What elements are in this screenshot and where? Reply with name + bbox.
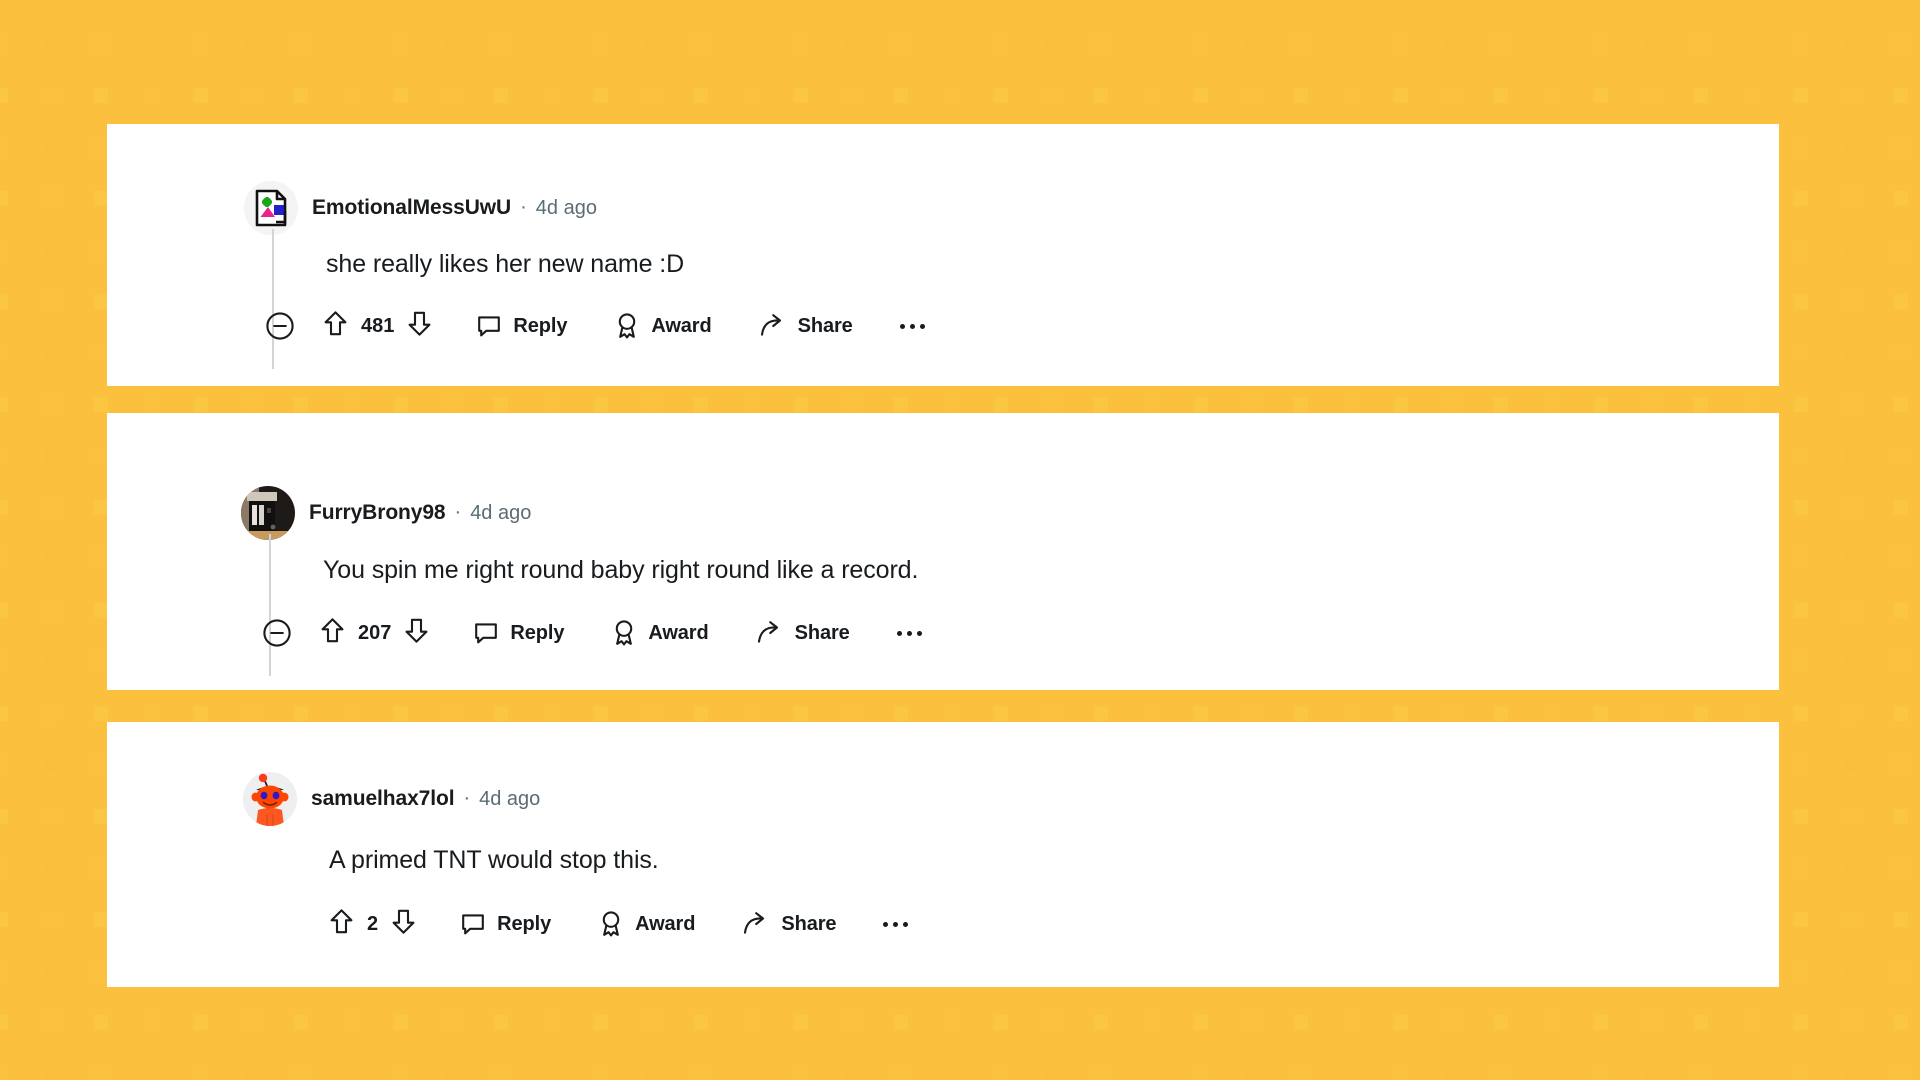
dot-1 [896,630,902,636]
more-options-button[interactable] [896,630,922,636]
upvote-arrow-icon [321,618,344,643]
collapse-comment-button[interactable] [262,618,292,648]
reply-button[interactable]: Reply [460,911,551,937]
more-options-button[interactable] [899,323,925,329]
comment-body: she really likes her new name :D [326,250,685,278]
comment-username[interactable]: FurryBrony98 [309,501,446,525]
award-medal-icon [619,313,636,339]
avatar[interactable] [243,772,297,826]
comment-body: You spin me right round baby right round… [323,556,919,584]
award-medal-icon [616,620,633,646]
collapse-comment-button[interactable] [265,311,295,341]
vote-count: 2 [367,912,379,935]
award-button[interactable]: Award [598,910,695,938]
dot-2 [909,323,915,329]
share-button[interactable]: Share [756,620,850,646]
comment-bubble-icon [475,623,498,644]
downvote-arrow-icon [405,618,428,643]
downvote-arrow-icon [408,311,431,336]
dot-1 [899,323,905,329]
dot-2 [906,630,912,636]
thread-line [272,229,274,369]
share-arrow-icon [757,621,778,643]
share-label: Share [794,621,850,644]
downvote-arrow-icon [392,909,415,934]
meta-separator: · [463,787,471,809]
share-label: Share [797,314,853,337]
vote-count: 481 [361,314,395,337]
award-label: Award [635,912,696,935]
comment-actions: 207 Reply Award Share [262,617,922,649]
upvote-button[interactable] [329,908,354,940]
vote-group: 2 [329,908,416,940]
share-button[interactable]: Share [759,313,853,339]
upvote-button[interactable] [323,310,348,342]
dot-1 [883,921,889,927]
award-label: Award [648,621,709,644]
broken-image-avatar-icon [244,181,298,235]
upvote-button[interactable] [320,617,345,649]
comment-actions: 481 Reply Award Share [265,310,925,342]
comment-username[interactable]: samuelhax7lol [311,787,455,811]
dot-3 [916,630,922,636]
comment-card: FurryBrony98 · 4d ago You spin me right … [107,413,1779,690]
minus-circle-icon [266,312,294,340]
comment-bubble-icon [462,914,484,935]
comment-timestamp: 4d ago [479,788,541,810]
comment-actions: 2 Reply Award Share [329,908,909,940]
minus-circle-icon [263,619,291,647]
avatar[interactable] [244,181,298,235]
more-options-button[interactable] [883,921,909,927]
meta-separator: · [520,196,527,218]
meta-separator: · [454,501,462,523]
upvote-arrow-icon [330,909,353,934]
share-label: Share [781,912,837,935]
comment-timestamp: 4d ago [470,502,532,524]
dot-2 [893,921,899,927]
dot-3 [903,921,909,927]
comment-bubble-icon [478,316,501,337]
comment-card: EmotionalMessUwU · 4d ago she really lik… [107,124,1779,386]
reply-button[interactable]: Reply [473,620,564,646]
comment-meta: EmotionalMessUwU · 4d ago [312,196,597,220]
reply-label: Reply [497,912,552,935]
comment-header: samuelhax7lol · 4d ago [243,772,540,826]
share-arrow-icon [760,314,781,336]
comment-header: EmotionalMessUwU · 4d ago [244,181,597,235]
comment-body: A primed TNT would stop this. [329,846,659,874]
reply-button[interactable]: Reply [476,313,567,339]
comment-card: samuelhax7lol · 4d ago A primed TNT woul… [107,722,1779,987]
comment-header: FurryBrony98 · 4d ago [241,486,531,540]
share-button[interactable]: Share [742,911,837,937]
reply-label: Reply [510,621,565,644]
clipped-previous-row [107,413,1779,427]
award-label: Award [651,314,712,337]
dark-photo-avatar-icon [241,486,295,540]
downvote-button[interactable] [404,617,429,649]
dot-3 [919,323,925,329]
thread-line [269,534,271,676]
comment-meta: samuelhax7lol · 4d ago [311,787,540,811]
comment-username[interactable]: EmotionalMessUwU [312,196,511,220]
comment-meta: FurryBrony98 · 4d ago [309,501,531,525]
reply-label: Reply [513,314,568,337]
downvote-button[interactable] [391,908,416,940]
comment-timestamp: 4d ago [535,197,597,219]
vote-group: 207 [320,617,429,649]
share-arrow-icon [744,912,765,934]
upvote-arrow-icon [324,311,347,336]
vote-group: 481 [323,310,432,342]
downvote-button[interactable] [407,310,432,342]
snoo-red-avatar-icon [243,772,297,826]
award-button[interactable]: Award [611,619,709,647]
award-button[interactable]: Award [614,312,712,340]
vote-count: 207 [358,621,392,644]
avatar[interactable] [241,486,295,540]
award-medal-icon [602,911,620,937]
